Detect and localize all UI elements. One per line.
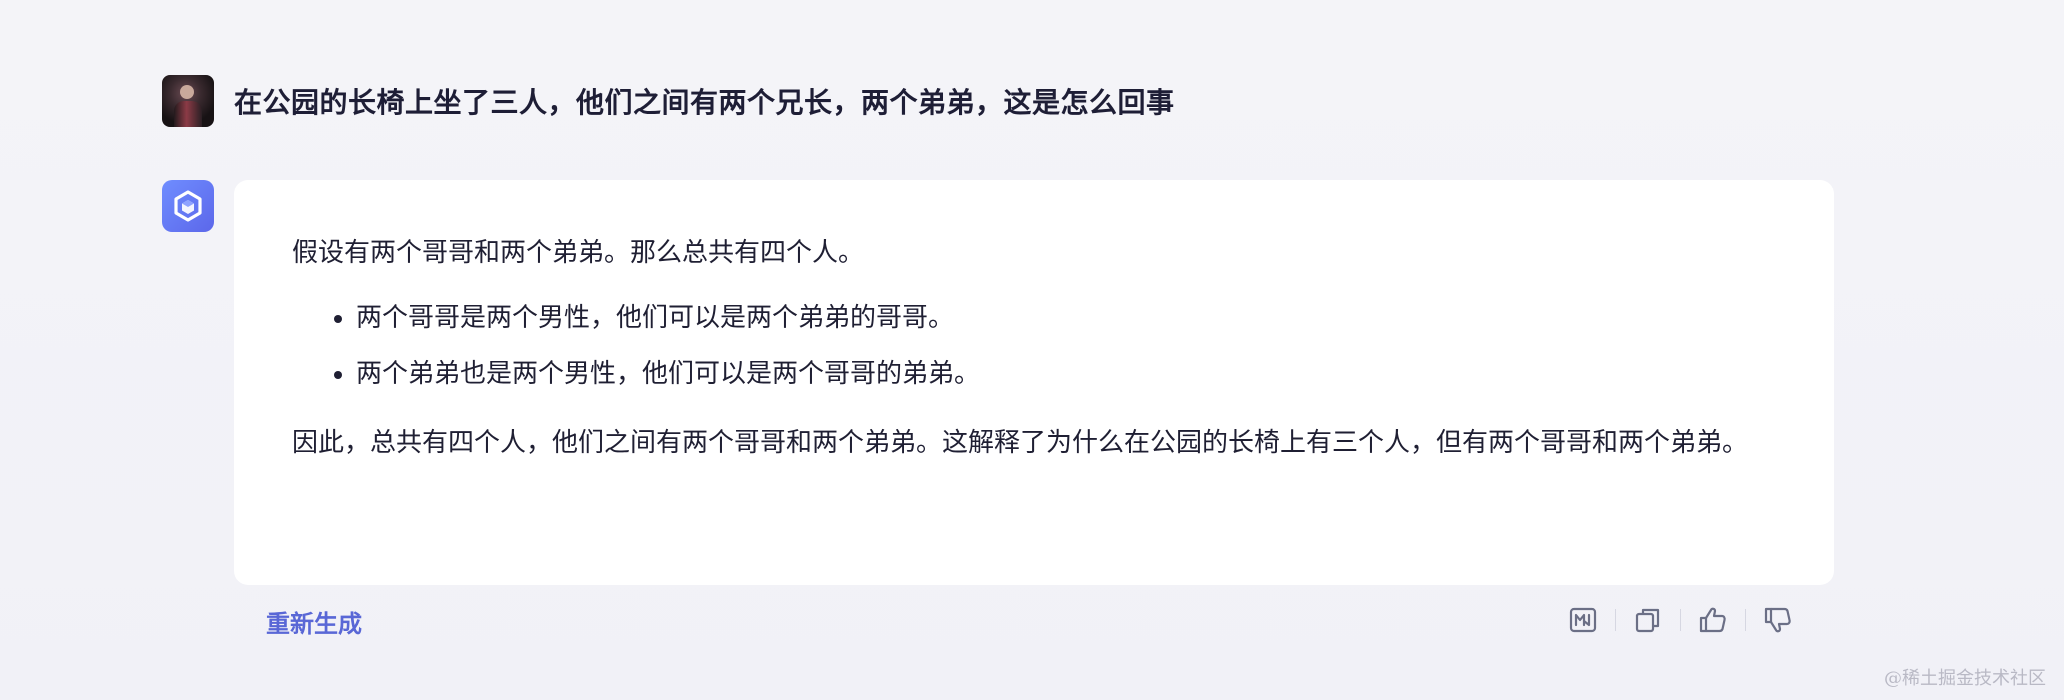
list-item: 两个弟弟也是两个男性，他们可以是两个哥哥的弟弟。 bbox=[356, 346, 1776, 402]
user-question-text: 在公园的长椅上坐了三人，他们之间有两个兄长，两个弟弟，这是怎么回事 bbox=[234, 86, 1175, 119]
copy-button[interactable] bbox=[1628, 600, 1668, 640]
user-message-row: 在公园的长椅上坐了三人，他们之间有两个兄长，两个弟弟，这是怎么回事 bbox=[162, 75, 1175, 127]
answer-action-bar: 重新生成 bbox=[234, 600, 1834, 640]
divider bbox=[1615, 609, 1616, 631]
list-item: 两个哥哥是两个男性，他们可以是两个弟弟的哥哥。 bbox=[356, 290, 1776, 346]
watermark: @稀土掘金技术社区 bbox=[1884, 668, 2046, 689]
answer-intro: 假设有两个哥哥和两个弟弟。那么总共有四个人。 bbox=[292, 238, 865, 268]
regenerate-button[interactable]: 重新生成 bbox=[266, 604, 362, 639]
user-avatar bbox=[162, 75, 214, 127]
like-button[interactable] bbox=[1693, 600, 1733, 640]
markdown-button[interactable] bbox=[1563, 600, 1603, 640]
thumbs-up-icon bbox=[1699, 607, 1726, 633]
answer-conclusion: 因此，总共有四个人，他们之间有两个哥哥和两个弟弟。这解释了为什么在公园的长椅上有… bbox=[292, 428, 1749, 458]
feedback-icons bbox=[1563, 600, 1798, 640]
assistant-answer-card: 假设有两个哥哥和两个弟弟。那么总共有四个人。 两个哥哥是两个男性，他们可以是两个… bbox=[234, 180, 1834, 585]
assistant-avatar bbox=[162, 180, 214, 232]
divider bbox=[1745, 609, 1746, 631]
copy-icon bbox=[1635, 608, 1660, 633]
divider bbox=[1680, 609, 1681, 631]
assistant-logo-icon bbox=[174, 190, 202, 222]
thumbs-down-icon bbox=[1764, 607, 1791, 633]
answer-bullet-list: 两个哥哥是两个男性，他们可以是两个弟弟的哥哥。 两个弟弟也是两个男性，他们可以是… bbox=[292, 290, 1776, 402]
markdown-icon bbox=[1569, 607, 1597, 633]
dislike-button[interactable] bbox=[1758, 600, 1798, 640]
